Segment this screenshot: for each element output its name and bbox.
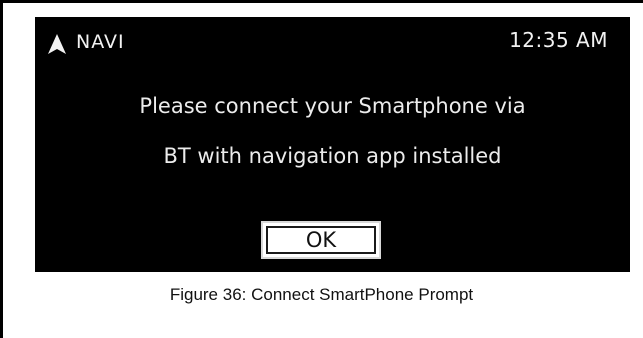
status-bar: NAVI 12:35 AM <box>35 17 630 67</box>
page-border-top <box>0 0 643 3</box>
clock: 12:35 AM <box>509 28 608 52</box>
prompt-message: Please connect your Smartphone via BT wi… <box>35 81 630 181</box>
ok-button[interactable]: OK <box>261 221 381 259</box>
navigation-arrow-icon <box>48 34 66 54</box>
app-label: NAVI <box>76 31 125 53</box>
message-line-2: BT with navigation app installed <box>163 144 502 168</box>
infotainment-screen: NAVI 12:35 AM Please connect your Smartp… <box>35 17 630 272</box>
figure-caption: Figure 36: Connect SmartPhone Prompt <box>169 285 474 304</box>
message-line-1: Please connect your Smartphone via <box>139 94 526 118</box>
